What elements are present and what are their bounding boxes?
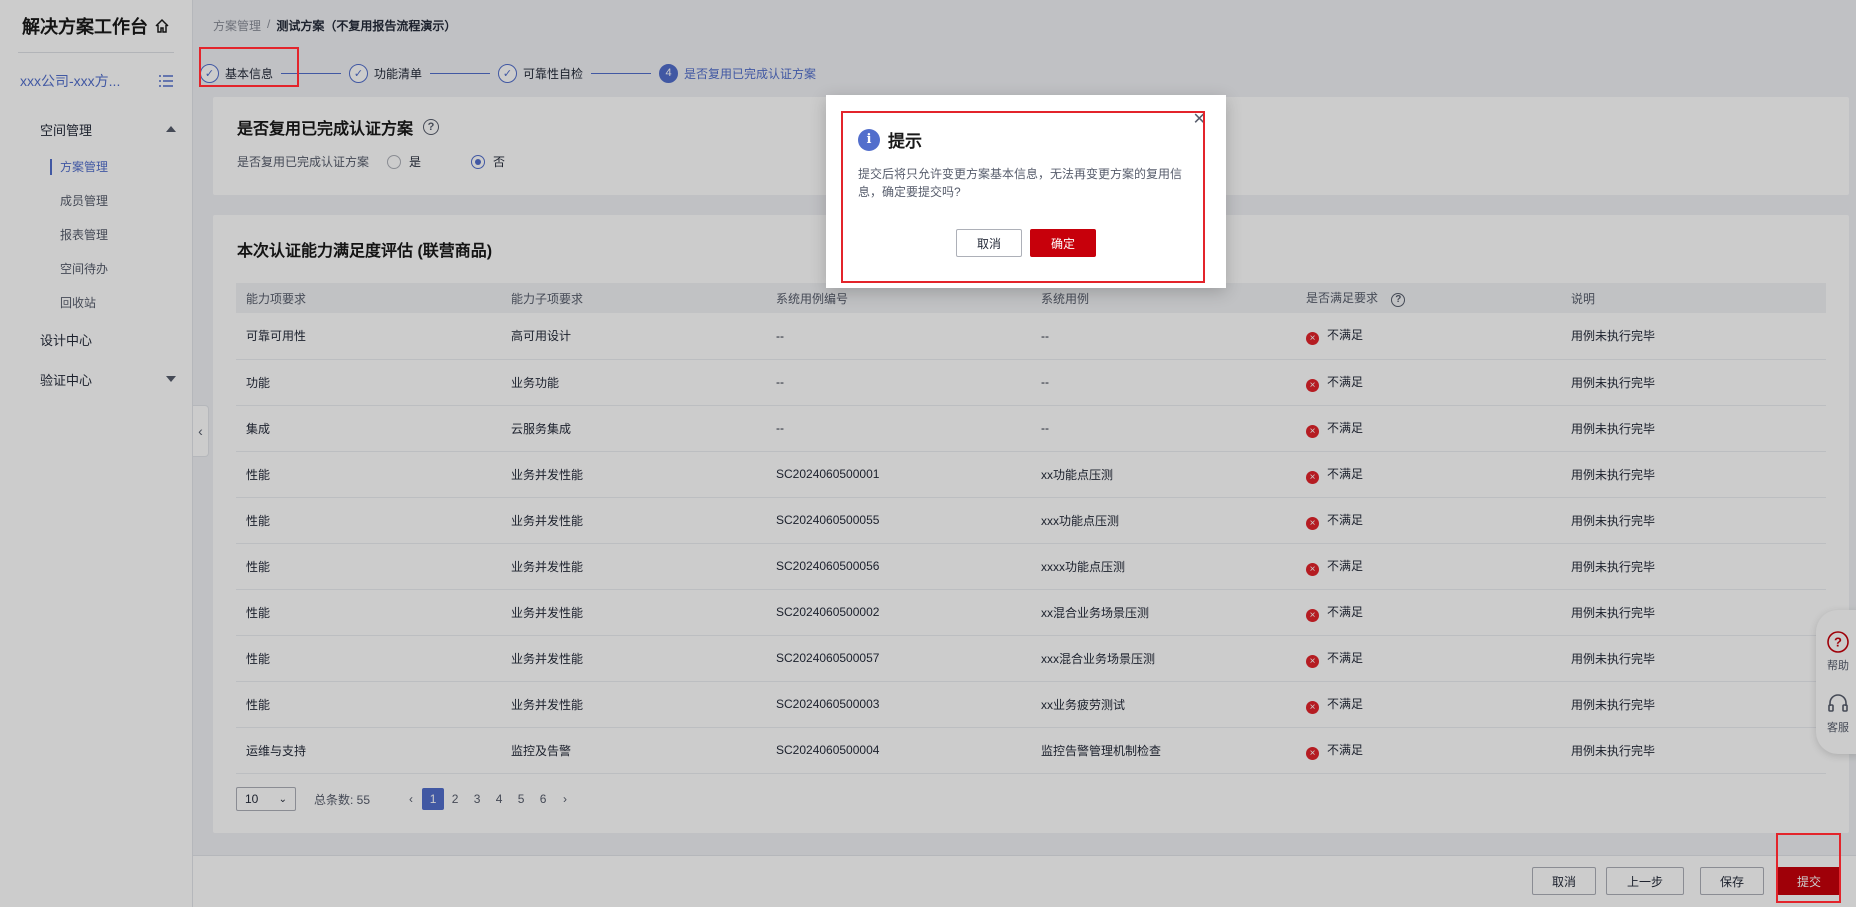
- close-icon[interactable]: ✕: [1193, 109, 1206, 129]
- info-icon: i: [858, 128, 880, 151]
- dialog-message: 提交后将只允许变更方案基本信息，无法再变更方案的复用信息，确定要提交吗?: [858, 167, 1183, 199]
- dialog-confirm-button[interactable]: 确定: [1030, 229, 1096, 257]
- dialog-title: i 提示: [858, 127, 922, 152]
- dialog-cancel-button[interactable]: 取消: [956, 229, 1022, 257]
- dialog-title-text: 提示: [888, 132, 922, 151]
- confirm-dialog: ✕ i 提示 提交后将只允许变更方案基本信息，无法再变更方案的复用信息，确定要提…: [826, 95, 1226, 288]
